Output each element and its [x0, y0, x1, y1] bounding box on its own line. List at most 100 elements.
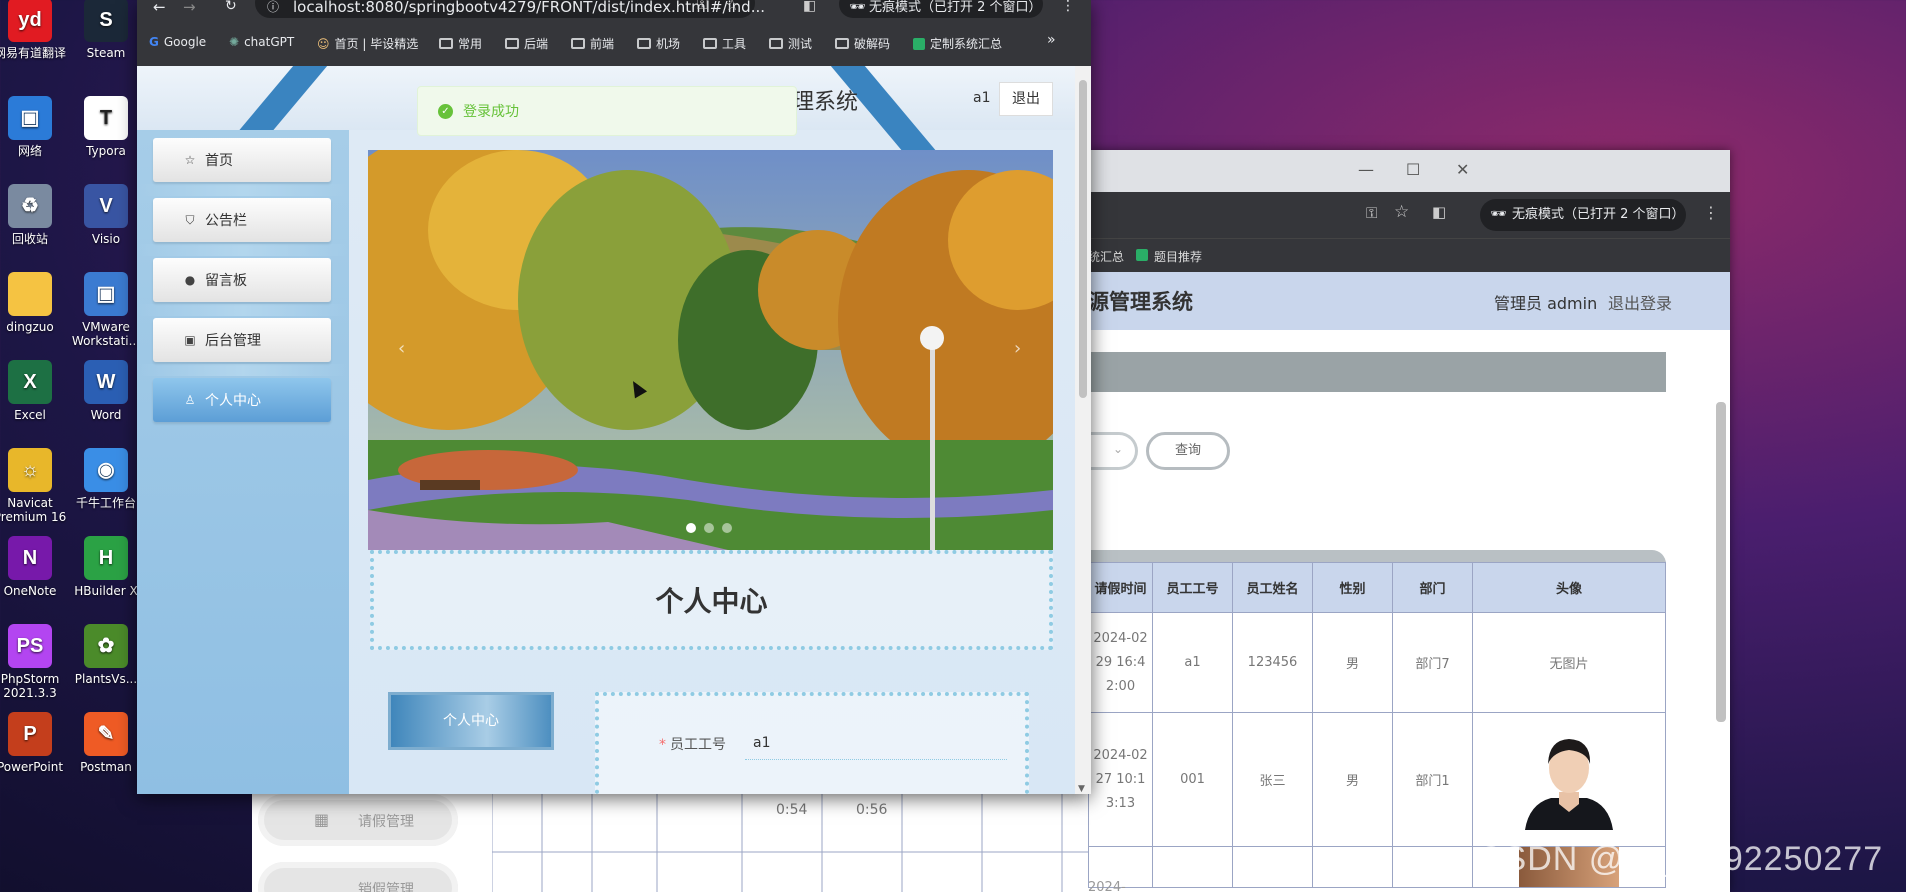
table-cell [1152, 846, 1233, 888]
reload-icon[interactable]: ↻ [225, 0, 237, 14]
desktop-icon[interactable]: X Excel [0, 360, 70, 422]
app-icon: ✎ [84, 712, 128, 756]
front-browser-window[interactable]: ← → ↻ ⓘ localhost:8080/springbootv4279/F… [137, 0, 1091, 794]
desktop-icon[interactable]: PS PhpStorm 2021.3.3 [0, 624, 70, 700]
back-titlebar[interactable]: — ☐ ✕ [1088, 150, 1730, 192]
carousel-dot[interactable] [686, 523, 696, 533]
admin-page: 源管理系统 管理员 admin 退出登录 ⌄ 查询 请假时间 员工工号 员工姓名… [1088, 272, 1730, 892]
table-row[interactable]: 2024-02 27 10:1 3:13 001 张三 男 部门1 [1088, 712, 1666, 847]
front-scrollbar[interactable]: ▼ [1075, 66, 1091, 794]
bookmark-folder[interactable]: 机场 [637, 35, 680, 52]
back-arrow-icon[interactable]: ← [153, 0, 166, 16]
admin-logout-link[interactable]: 退出登录 [1608, 290, 1672, 314]
desktop-icon-label: Excel [14, 408, 46, 422]
search-select[interactable]: ⌄ [1088, 432, 1138, 470]
nav-item-admin[interactable]: ▣ 后台管理 [153, 318, 331, 362]
incognito-chip[interactable]: 🕶 无痕模式（已打开 2 个窗口） [839, 0, 1043, 18]
desktop-icon[interactable]: dingzuo [0, 272, 70, 334]
nav-item-notice[interactable]: ⛉ 公告栏 [153, 198, 331, 242]
bookmark-home[interactable]: ☺ 首页 | 毕设精选 [317, 35, 418, 52]
desktop-icon[interactable]: ◉ 千牛工作台 [66, 448, 146, 510]
bookmark-folder[interactable]: 测试 [769, 35, 812, 52]
scroll-down-icon[interactable]: ▼ [1078, 784, 1085, 794]
minimize-icon[interactable]: — [1358, 160, 1374, 179]
info-icon[interactable]: ⓘ [267, 0, 279, 15]
bookmark-folder[interactable]: 常用 [439, 35, 482, 52]
maximize-icon[interactable]: ☐ [1406, 160, 1420, 179]
banner-carousel[interactable]: ‹ › [368, 150, 1053, 550]
bookmark-item[interactable]: 统汇总 [1088, 248, 1124, 265]
menu-dots-icon[interactable]: ⋮ [1061, 0, 1075, 14]
bookmark-custom[interactable]: 定制系统汇总 [913, 35, 1002, 52]
desktop-icon[interactable]: yd 网易有道翻译 [0, 0, 70, 60]
avatar[interactable] [1521, 725, 1617, 830]
emp-no-field[interactable] [745, 726, 1007, 760]
desktop-icon[interactable]: S Steam [66, 0, 146, 60]
table-cell: 无图片 [1472, 612, 1666, 713]
bookmark-chatgpt[interactable]: ✺ chatGPT [229, 35, 294, 49]
star-icon[interactable]: ☆ [725, 0, 739, 14]
bookmark-folder[interactable]: 破解码 [835, 35, 890, 52]
address-bar[interactable]: ⓘ localhost:8080/springbootv4279/FRONT/d… [255, 0, 765, 18]
table-cell [1232, 846, 1313, 888]
key-icon[interactable]: ⚿ [697, 0, 708, 13]
desktop-icon[interactable]: H HBuilder X [66, 536, 146, 598]
table-cell: 001 [1152, 712, 1233, 847]
desktop-icon[interactable]: ✿ PlantsVs... [66, 624, 146, 686]
bookmark-google[interactable]: G Google [149, 35, 206, 49]
url-text[interactable]: localhost:8080/springbootv4279/FRONT/dis… [293, 0, 765, 16]
nav-item-home[interactable]: ☆ 首页 [153, 138, 331, 182]
bookmark-folder[interactable]: 工具 [703, 35, 746, 52]
query-button[interactable]: 查询 [1146, 432, 1230, 470]
col-header[interactable]: 头像 [1472, 562, 1666, 613]
nav-divider [137, 304, 349, 316]
forward-arrow-icon[interactable]: → [183, 0, 196, 16]
bookmarks-more-icon[interactable]: » [1047, 32, 1056, 48]
desktop-icon[interactable]: ▣ VMware Workstati... [66, 272, 146, 348]
profile-tab-button[interactable]: 个人中心 [388, 692, 554, 750]
col-header[interactable]: 性别 [1312, 562, 1393, 613]
desktop-icon[interactable]: P PowerPoint [0, 712, 70, 774]
profile-form: * 员工工号 [595, 692, 1029, 794]
key-icon[interactable]: ⚿ [1366, 204, 1377, 222]
col-header[interactable]: 请假时间 [1088, 562, 1153, 613]
sidepanel-icon[interactable]: ◧ [1432, 203, 1446, 221]
section-title: 个人中心 [370, 550, 1053, 650]
admin-breadcrumb-bar [1088, 352, 1666, 392]
admin-sidebar: ▦ 请假管理 销假管理 [252, 786, 472, 892]
scrollbar-thumb[interactable] [1079, 80, 1087, 398]
col-header[interactable]: 部门 [1392, 562, 1473, 613]
col-header[interactable]: 员工姓名 [1232, 562, 1313, 613]
sidebar-item-cancel-leave[interactable]: 销假管理 [258, 862, 458, 892]
star-icon[interactable]: ☆ [1394, 202, 1409, 222]
desktop-icon[interactable]: ☼ Navicat Premium 16 [0, 448, 70, 524]
desktop-icon[interactable]: T Typora [66, 96, 146, 158]
app-icon [8, 272, 52, 316]
desktop-icon[interactable]: W Word [66, 360, 146, 422]
close-icon[interactable]: ✕ [1456, 160, 1469, 179]
table-row[interactable]: 2024-02 29 16:4 2:00 a1 123456 男 部门7 无图片 [1088, 612, 1666, 713]
sidepanel-icon[interactable]: ◧ [803, 0, 816, 14]
desktop-icon[interactable]: ✎ Postman [66, 712, 146, 774]
carousel-dot[interactable] [722, 523, 732, 533]
desktop-icon[interactable]: ▣ 网络 [0, 96, 70, 158]
admin-scrollbar[interactable] [1716, 402, 1726, 722]
bookmark-folder[interactable]: 后端 [505, 35, 548, 52]
nav-item-messages[interactable]: ● 留言板 [153, 258, 331, 302]
carousel-next-icon[interactable]: › [1014, 338, 1021, 359]
carousel-dot[interactable] [704, 523, 714, 533]
menu-dots-icon[interactable]: ⋮ [1703, 203, 1719, 222]
desktop-icon[interactable]: V Visio [66, 184, 146, 246]
sidebar-item-leave-management[interactable]: ▦ 请假管理 [258, 794, 458, 846]
desktop-icon[interactable]: ♻ 回收站 [0, 184, 70, 246]
logout-button[interactable]: 退出 [999, 82, 1053, 116]
carousel-prev-icon[interactable]: ‹ [398, 338, 405, 359]
table-cell: 男 [1312, 712, 1393, 847]
back-browser-window[interactable]: — ☐ ✕ ⚿ ☆ ◧ 🕶 无痕模式（已打开 2 个窗口） ⋮ 统汇总 题目推荐… [1088, 150, 1730, 892]
desktop-icon[interactable]: N OneNote [0, 536, 70, 598]
col-header[interactable]: 员工工号 [1152, 562, 1233, 613]
incognito-chip[interactable]: 🕶 无痕模式（已打开 2 个窗口） [1480, 199, 1686, 231]
bookmark-folder[interactable]: 前端 [571, 35, 614, 52]
bookmark-item[interactable]: 题目推荐 [1154, 248, 1202, 265]
nav-item-profile[interactable]: ♙ 个人中心 [153, 378, 331, 422]
